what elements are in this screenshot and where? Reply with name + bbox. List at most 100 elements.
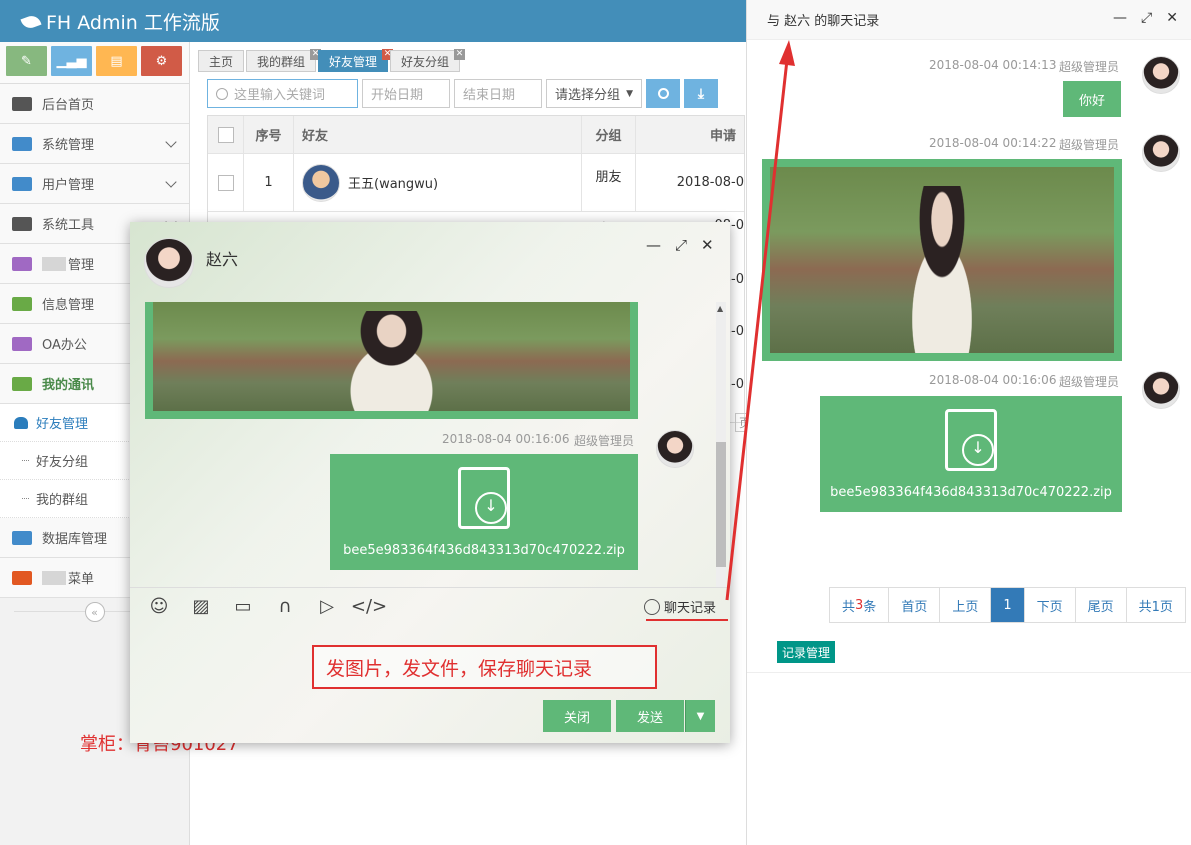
leaf-icon: [20, 12, 42, 31]
avatar: [1142, 371, 1180, 409]
double-chevron-left-icon[interactable]: «: [84, 602, 105, 622]
pagination: 共3条 首页 上页 1 下页 尾页 共1页: [829, 587, 1186, 623]
close-icon[interactable]: ✕: [1166, 10, 1178, 26]
tab-bar: 主页 我的群组 ✕ 好友管理 ✕ 好友分组 ✕: [198, 49, 466, 72]
pager-next[interactable]: 下页: [1025, 588, 1076, 622]
laptop-icon: [12, 336, 32, 351]
avatar: [1142, 134, 1180, 172]
tab[interactable]: 我的群组 ✕: [246, 49, 322, 72]
record-manage-button[interactable]: 记录管理: [777, 641, 836, 663]
chat-window: 赵六 — ⤢ ✕ 2018-08-04 00:16:06 超级管理员 bee5e…: [130, 222, 730, 743]
send-options-button[interactable]: ▼: [685, 700, 715, 732]
pager-last[interactable]: 尾页: [1076, 588, 1127, 622]
select-all-checkbox[interactable]: [217, 126, 234, 143]
sidebar-item-label: 菜单: [68, 572, 95, 587]
close-button[interactable]: 关闭: [543, 700, 611, 732]
caret-down-icon: ▼: [626, 88, 633, 99]
search-placeholder: 这里输入关键词: [234, 88, 326, 103]
sidebar-item[interactable]: 系统管理: [0, 124, 189, 164]
window-controls: — ⤢ ✕: [646, 236, 714, 254]
window-controls: — ⤢ ✕: [1113, 10, 1178, 26]
table-row[interactable]: 1 王五(wangwu) 朋友 2018-08-0: [208, 154, 744, 212]
shortcut-signal-button[interactable]: ▁▃▅: [51, 46, 92, 76]
header-apply-date[interactable]: 申请: [636, 116, 744, 153]
chat-header: 赵六 — ⤢ ✕: [130, 222, 730, 302]
tab-label: 好友管理: [329, 54, 378, 69]
pager-current[interactable]: 1: [991, 588, 1025, 622]
redacted-text: [42, 570, 66, 585]
chat-history-link[interactable]: 聊天记录: [643, 597, 716, 616]
pager-total-prefix: 共: [842, 599, 856, 615]
message-user: 超级管理员: [1059, 138, 1120, 152]
maximize-icon[interactable]: ⤢: [1141, 10, 1152, 26]
file-message[interactable]: bee5e983364f436d843313d70c470222.zip: [820, 396, 1122, 512]
row-date: 2018-08-0: [676, 175, 744, 190]
avatar: [1142, 56, 1180, 94]
sidebar-item-label: 系统工具: [42, 218, 95, 233]
tab[interactable]: 主页: [198, 50, 245, 72]
sidebar-item[interactable]: 后台首页: [0, 84, 189, 124]
sidebar-item[interactable]: 用户管理: [0, 164, 189, 204]
file-name: bee5e983364f436d843313d70c470222.zip: [830, 484, 1112, 500]
image-message[interactable]: [762, 159, 1122, 361]
folder-icon[interactable]: ▭: [232, 596, 254, 618]
close-icon[interactable]: ✕: [701, 236, 714, 254]
header-no[interactable]: 序号: [244, 116, 294, 153]
message-time: 2018-08-04 00:16:06: [442, 432, 570, 446]
code-icon[interactable]: </>: [351, 596, 387, 618]
tab[interactable]: 好友分组 ✕: [390, 49, 466, 72]
shortcut-cogs-button[interactable]: ⚙: [141, 46, 182, 76]
header-friend[interactable]: 好友: [294, 116, 582, 153]
pager-first[interactable]: 首页: [889, 588, 941, 622]
file-message[interactable]: bee5e983364f436d843313d70c470222.zip: [330, 454, 638, 570]
row-group: 朋友: [582, 154, 636, 211]
export-button[interactable]: ⤓: [684, 79, 718, 108]
minimize-icon[interactable]: —: [1113, 10, 1127, 26]
file-download-icon: [945, 408, 997, 471]
chat-contact-name: 赵六: [206, 250, 239, 269]
video-icon[interactable]: ▷: [316, 596, 338, 618]
sidebar-subitem-label: 好友管理: [36, 417, 89, 432]
search-toolbar: 这里输入关键词 开始日期 结束日期 请选择分组 ▼ ⤓: [207, 79, 718, 108]
tab-label: 主页: [209, 54, 234, 69]
text-message[interactable]: 你好: [1063, 81, 1121, 117]
start-date-input[interactable]: 开始日期: [362, 79, 450, 108]
scroll-up-icon[interactable]: ▲: [717, 304, 723, 313]
minimize-icon[interactable]: —: [646, 236, 661, 254]
tab-close-icon[interactable]: ✕: [454, 49, 466, 60]
scrollbar-track[interactable]: ▲: [716, 302, 726, 587]
annotation-underline: [646, 619, 728, 621]
shortcut-book-button[interactable]: ▤: [96, 46, 137, 76]
download-icon: ⤓: [697, 85, 705, 102]
image-message[interactable]: [145, 302, 638, 419]
headphones-icon[interactable]: ∩: [274, 596, 296, 618]
end-date-input[interactable]: 结束日期: [454, 79, 542, 108]
avatar: [656, 430, 694, 468]
row-checkbox[interactable]: [217, 174, 234, 191]
search-button[interactable]: [646, 79, 680, 108]
header-group[interactable]: 分组: [582, 116, 636, 153]
pager-total: 共3条: [830, 588, 890, 622]
scrollbar-thumb[interactable]: [716, 442, 726, 567]
search-icon: [657, 88, 669, 99]
friend-name: 王五(wangwu): [348, 177, 439, 192]
send-button[interactable]: 发送: [616, 700, 684, 732]
shortcut-edit-button[interactable]: ✎: [6, 46, 47, 76]
group-select[interactable]: 请选择分组 ▼: [546, 79, 642, 108]
pager-prev[interactable]: 上页: [940, 588, 992, 622]
maximize-icon[interactable]: ⤢: [675, 236, 687, 254]
search-input[interactable]: 这里输入关键词: [207, 79, 358, 108]
comments-icon: [12, 376, 32, 391]
users-icon: [12, 176, 32, 191]
brand-title: FH Admin 工作流版: [46, 12, 220, 34]
emoji-icon[interactable]: ☺: [148, 596, 170, 618]
shortcut-bar: ✎ ▁▃▅ ▤ ⚙: [0, 42, 189, 84]
message-time: 2018-08-04 00:14:22: [929, 136, 1057, 150]
tab[interactable]: 好友管理 ✕: [318, 49, 394, 72]
message-time: 2018-08-04 00:16:06: [929, 373, 1057, 387]
message-user: 超级管理员: [574, 434, 635, 448]
brand[interactable]: FH Admin 工作流版: [20, 8, 220, 35]
annotation-box: 发图片，发文件，保存聊天记录: [312, 645, 657, 689]
photo-image: [153, 302, 630, 411]
image-icon[interactable]: ▨: [190, 596, 212, 618]
